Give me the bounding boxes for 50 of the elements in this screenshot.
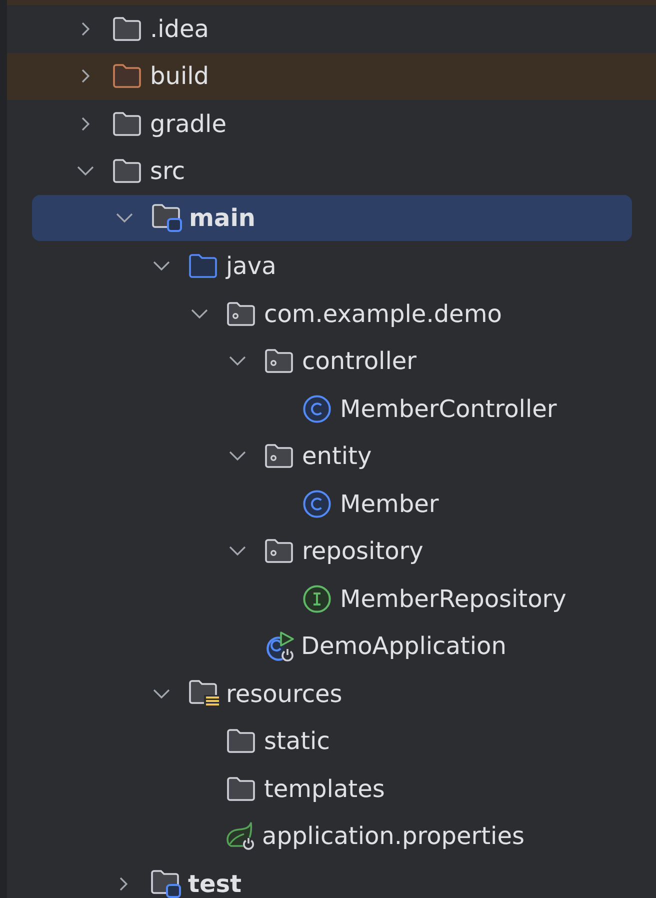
resources-folder-icon [189,680,219,708]
tree-item[interactable]: resources [153,670,342,718]
module-folder-icon [152,204,182,232]
chevron-right-icon[interactable] [119,876,129,891]
tree-item[interactable]: controller [229,338,416,385]
class-run-icon [264,630,295,662]
tree-item[interactable]: entity [229,432,372,480]
tree-item[interactable]: MemberController [303,385,557,432]
folder-icon [227,729,255,754]
chevron-right-icon[interactable] [81,69,91,84]
package-icon [265,444,293,468]
chevron-down-icon[interactable] [191,308,208,319]
folder-icon [113,112,141,136]
folder-icon [227,776,255,801]
tree-item[interactable]: static [227,718,330,765]
tree-item[interactable]: build [7,52,656,100]
tree-item[interactable]: application.properties [227,812,524,860]
tree-item[interactable]: java [153,242,276,290]
package-icon [227,302,255,326]
tree-item[interactable]: Member [303,480,439,528]
chevron-down-icon[interactable] [229,451,246,462]
source-folder-icon [189,254,217,278]
tree-item[interactable]: com.example.demo [191,290,502,338]
package-icon [265,349,293,374]
tree-item[interactable]: templates [227,765,385,812]
tree-item[interactable]: main [32,195,632,240]
chevron-down-icon[interactable] [229,356,246,366]
class-icon [303,394,331,423]
chevron-right-icon[interactable] [81,22,91,36]
tree-item[interactable]: MemberRepository [303,575,566,622]
class-icon [303,490,331,518]
chevron-right-icon[interactable] [81,116,91,131]
package-icon [265,539,293,564]
tree-item[interactable]: src [77,148,186,195]
folder-icon [113,16,141,41]
interface-icon [303,584,331,613]
chevron-down-icon[interactable] [229,546,246,556]
chevron-down-icon[interactable] [77,166,94,176]
tree-item[interactable]: DemoApplication [265,622,506,670]
folder-icon [113,64,141,88]
leaf-icon [226,822,256,850]
chevron-down-icon[interactable] [116,212,133,223]
module-folder-icon [151,870,181,898]
chevron-down-icon[interactable] [153,688,170,699]
tree-item[interactable]: repository [229,528,424,575]
chevron-down-icon[interactable] [153,261,170,272]
folder-icon [113,159,141,184]
tree-item[interactable]: gradle [77,100,226,148]
tree-item[interactable]: test [115,860,242,898]
tree-item[interactable]: .idea [77,5,210,52]
